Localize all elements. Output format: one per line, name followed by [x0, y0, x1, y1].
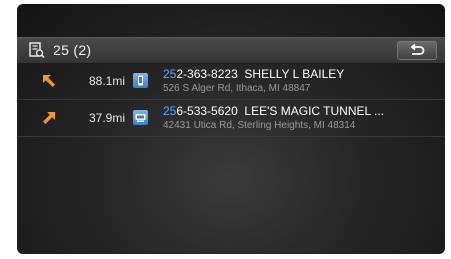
navigation-screen: 25 (2) 88.1mi 252-363-8223 SHELLY L BAIL…	[17, 4, 445, 254]
phone-match-highlight: 25	[163, 104, 177, 118]
arrow-up-left-icon	[41, 73, 57, 89]
return-arrow-icon	[410, 44, 425, 55]
phonebook-search-icon	[29, 42, 45, 59]
contact-phone-name: 256-533-5620 LEE'S MAGIC TUNNEL ...	[163, 104, 435, 118]
business-phone-icon	[133, 110, 148, 125]
arrow-up-right-icon	[41, 110, 57, 126]
contact-phone-name: 252-363-8223 SHELLY L BAILEY	[163, 67, 435, 81]
distance-label: 88.1mi	[88, 74, 125, 88]
mobile-phone-icon	[133, 73, 148, 88]
contact-name: LEE'S MAGIC TUNNEL ...	[244, 104, 385, 118]
phone-number-rest: 6-533-5620	[176, 104, 238, 118]
phone-number-rest: 2-363-8223	[176, 67, 238, 81]
contact-address: 526 S Alger Rd, Ithaca, MI 48847	[163, 83, 311, 94]
result-row[interactable]: 88.1mi 252-363-8223 SHELLY L BAILEY 526 …	[17, 63, 445, 100]
back-button[interactable]	[397, 41, 437, 60]
contact-address: 42431 Utica Rd, Sterling Heights, MI 483…	[163, 120, 356, 131]
search-results-header: 25 (2)	[17, 37, 445, 64]
results-count-title: 25 (2)	[53, 42, 92, 58]
contact-name: SHELLY L BAILEY	[244, 67, 345, 81]
phone-match-highlight: 25	[163, 67, 177, 81]
result-row[interactable]: 37.9mi 256-533-5620 LEE'S MAGIC TUNNEL .…	[17, 100, 445, 137]
distance-label: 37.9mi	[88, 111, 125, 125]
